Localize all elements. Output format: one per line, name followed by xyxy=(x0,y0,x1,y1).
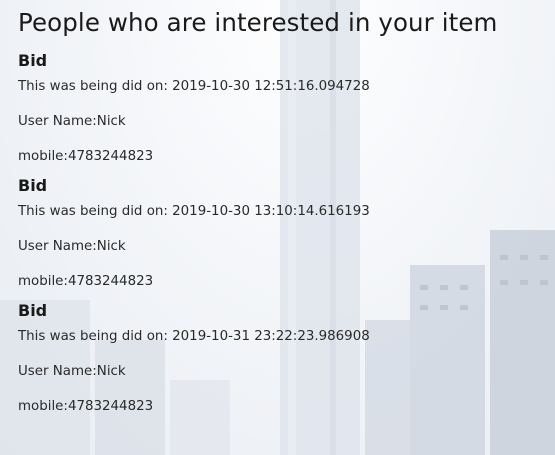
bid-date-value: 2019-10-30 12:51:16.094728 xyxy=(172,79,370,94)
bid-mobile: mobile:4783244823 xyxy=(18,399,555,415)
bid-date-label: This was being did on: xyxy=(18,204,173,219)
bid-mobile-value: 4783244823 xyxy=(67,399,154,414)
bid-date-value: 2019-10-30 13:10:14.616193 xyxy=(172,204,370,219)
bid-date: This was being did on: 2019-10-30 12:51:… xyxy=(18,79,555,95)
bid-user-value: Nick xyxy=(96,364,126,379)
bid-user-label: User Name: xyxy=(18,239,97,254)
bid-user-value: Nick xyxy=(96,239,126,254)
bid-heading: Bid xyxy=(18,176,48,195)
bid-entry: Bid This was being did on: 2019-10-31 23… xyxy=(18,301,555,415)
bid-user-label: User Name: xyxy=(18,114,97,129)
bid-user: User Name:Nick xyxy=(18,364,555,380)
bid-mobile-value: 4783244823 xyxy=(67,274,154,289)
bid-mobile-label: mobile: xyxy=(18,149,68,164)
bid-mobile: mobile:4783244823 xyxy=(18,274,555,290)
main-content: People who are interested in your item B… xyxy=(0,0,555,415)
page-title: People who are interested in your item xyxy=(18,8,498,37)
bid-mobile-value: 4783244823 xyxy=(67,149,154,164)
bid-date: This was being did on: 2019-10-31 23:22:… xyxy=(18,329,555,345)
bid-heading: Bid xyxy=(18,301,48,320)
bid-mobile: mobile:4783244823 xyxy=(18,149,555,165)
bid-entry: Bid This was being did on: 2019-10-30 13… xyxy=(18,176,555,290)
bid-user: User Name:Nick xyxy=(18,239,555,255)
bid-user-value: Nick xyxy=(96,114,126,129)
bid-user-label: User Name: xyxy=(18,364,97,379)
bid-date-label: This was being did on: xyxy=(18,329,173,344)
bid-date: This was being did on: 2019-10-30 13:10:… xyxy=(18,204,555,220)
bid-heading: Bid xyxy=(18,51,48,70)
bid-mobile-label: mobile: xyxy=(18,274,68,289)
bid-mobile-label: mobile: xyxy=(18,399,68,414)
bid-entry: Bid This was being did on: 2019-10-30 12… xyxy=(18,51,555,165)
bid-date-value: 2019-10-31 23:22:23.986908 xyxy=(172,329,370,344)
bid-user: User Name:Nick xyxy=(18,114,555,130)
bid-date-label: This was being did on: xyxy=(18,79,173,94)
